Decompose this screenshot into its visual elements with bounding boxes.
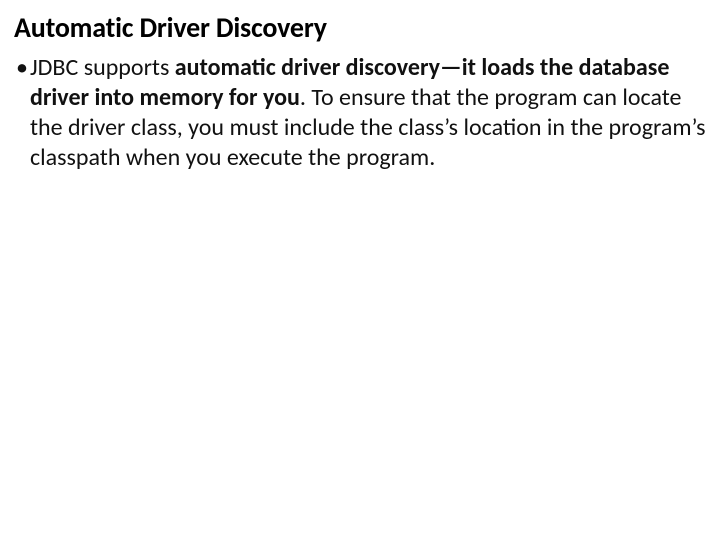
- bullet-lead: JDBC supports: [30, 53, 175, 82]
- bullet-list: JDBC supports automatic driver discovery…: [14, 53, 706, 173]
- slide-title: Automatic Driver Discovery: [14, 10, 706, 45]
- bullet-item: JDBC supports automatic driver discovery…: [14, 53, 706, 173]
